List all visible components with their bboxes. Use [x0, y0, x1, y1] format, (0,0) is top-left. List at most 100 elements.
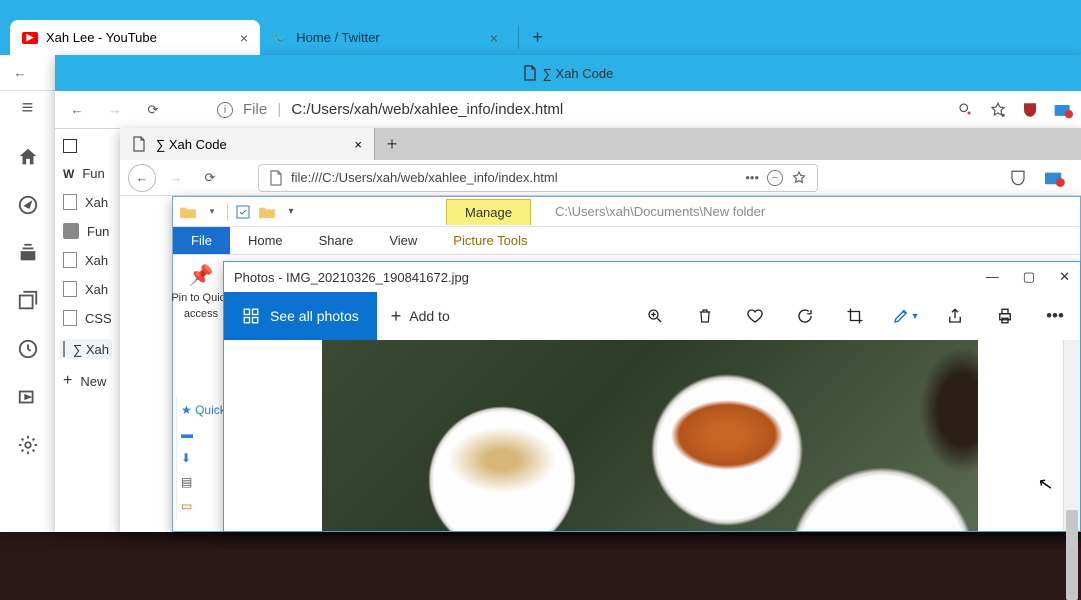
- zoom-icon[interactable]: [630, 292, 680, 340]
- twitter-icon: 🐦: [272, 30, 288, 46]
- rotate-icon[interactable]: [780, 292, 830, 340]
- chevron-down-icon[interactable]: ▾: [203, 203, 221, 221]
- bookmark-item[interactable]: Fun: [63, 223, 112, 239]
- ublock-icon[interactable]: [1021, 101, 1039, 119]
- photo-viewport[interactable]: [224, 340, 1080, 531]
- delete-icon[interactable]: [680, 292, 730, 340]
- reload-button[interactable]: ⟳: [139, 96, 167, 124]
- settings-icon[interactable]: [17, 434, 39, 456]
- share-icon[interactable]: [930, 292, 980, 340]
- favorite-icon[interactable]: [730, 292, 780, 340]
- history-icon[interactable]: [17, 338, 39, 360]
- library-icon[interactable]: [17, 290, 39, 312]
- container-icon[interactable]: [1053, 101, 1073, 119]
- old-tab-strip: ∑ Xah Code × +: [120, 128, 1081, 160]
- ublock-icon[interactable]: [1009, 169, 1027, 187]
- reader-icon[interactable]: –: [767, 170, 783, 186]
- ribbon-tab-picture-tools[interactable]: Picture Tools: [435, 227, 545, 254]
- close-icon[interactable]: ×: [354, 137, 362, 152]
- page-icon: [132, 136, 146, 152]
- youtube-icon: ▶: [22, 32, 38, 44]
- photos-window: Photos - IMG_20210326_190841672.jpg — ▢ …: [223, 261, 1081, 532]
- new-tab-button[interactable]: +: [518, 25, 542, 49]
- close-button[interactable]: ✕: [1059, 269, 1070, 285]
- nav-item-desktop[interactable]: ▬: [181, 427, 224, 441]
- edit-icon[interactable]: ▾: [880, 292, 930, 340]
- ribbon-tab-share[interactable]: Share: [301, 227, 372, 254]
- old-tab[interactable]: ∑ Xah Code ×: [120, 128, 375, 160]
- scrollbar[interactable]: [1063, 340, 1080, 531]
- photo-image: [322, 340, 978, 531]
- quick-access-toolbar: ▾ ▾: [173, 203, 306, 221]
- close-icon[interactable]: ×: [490, 30, 498, 46]
- properties-icon[interactable]: [234, 203, 252, 221]
- see-all-photos-button[interactable]: See all photos: [224, 292, 377, 340]
- photos-title: Photos - IMG_20210326_190841672.jpg: [234, 270, 469, 285]
- bookmark-item[interactable]: CSS: [63, 310, 112, 326]
- pin-icon[interactable]: 📌: [189, 263, 214, 288]
- pin-label: Pin to Quick: [171, 292, 230, 304]
- ribbon: File Home Share View Picture Tools: [173, 227, 1080, 255]
- ribbon-tab-home[interactable]: Home: [230, 227, 301, 254]
- sidebar-toggle[interactable]: [63, 139, 112, 153]
- bookmark-item[interactable]: Xah: [63, 194, 112, 210]
- tab-title: Xah Lee - YouTube: [46, 30, 232, 45]
- firefox-title: ∑ Xah Code: [543, 66, 614, 81]
- chrome-tab-strip: ▶ Xah Lee - YouTube × 🐦 Home / Twitter ×…: [0, 0, 1081, 55]
- new-tab-button[interactable]: +: [375, 128, 409, 160]
- forward-button: →: [162, 164, 190, 192]
- customize-qat-icon[interactable]: ▾: [282, 203, 300, 221]
- bookmark-item[interactable]: WFun: [63, 166, 112, 181]
- explorer-path: C:\Users\xah\Documents\New folder: [555, 204, 765, 219]
- reload-button[interactable]: ⟳: [196, 164, 224, 192]
- pin-label: access: [184, 308, 218, 320]
- home-icon[interactable]: [17, 146, 39, 168]
- scrollbar-thumb[interactable]: [1066, 510, 1078, 600]
- explore-icon[interactable]: [17, 194, 39, 216]
- new-bookmark[interactable]: +New: [63, 372, 112, 390]
- maximize-button[interactable]: ▢: [1023, 269, 1035, 285]
- bookmark-star-icon[interactable]: [791, 170, 807, 186]
- ribbon-tab-view[interactable]: View: [371, 227, 435, 254]
- chrome-tab-twitter[interactable]: 🐦 Home / Twitter ×: [260, 20, 510, 55]
- add-to-button[interactable]: +Add to: [377, 306, 464, 327]
- tracking-icon[interactable]: [957, 101, 975, 119]
- print-icon[interactable]: [980, 292, 1030, 340]
- bookmark-item[interactable]: Xah: [63, 252, 112, 268]
- nav-item-pictures[interactable]: ▭: [181, 499, 224, 513]
- back-button[interactable]: ←: [6, 59, 34, 87]
- url-display[interactable]: File | C:/Users/xah/web/xahlee_info/inde…: [243, 101, 563, 118]
- back-button[interactable]: ←: [63, 96, 91, 124]
- new-folder-icon[interactable]: [258, 203, 276, 221]
- bookmark-item[interactable]: ∑ Xah: [59, 339, 112, 359]
- bookmarks-sidebar: WFun Xah Fun Xah Xah CSS ∑ Xah +New: [55, 129, 120, 400]
- bookmark-star-icon[interactable]: [989, 101, 1007, 119]
- bookmark-item[interactable]: Xah: [63, 281, 112, 297]
- back-button[interactable]: ←: [128, 164, 156, 192]
- ribbon-tab-file[interactable]: File: [173, 227, 230, 254]
- container-icon[interactable]: [1043, 169, 1065, 187]
- photos-titlebar[interactable]: Photos - IMG_20210326_190841672.jpg — ▢ …: [224, 262, 1080, 292]
- info-icon[interactable]: i: [217, 102, 233, 118]
- old-toolbar: ← → ⟳ file:///C:/Users/xah/web/xahlee_in…: [120, 160, 1081, 196]
- crop-icon[interactable]: [830, 292, 880, 340]
- menu-icon[interactable]: ≡: [22, 97, 34, 120]
- firefox-toolbar: ← → ⟳ i File | C:/Users/xah/web/xahlee_i…: [55, 91, 1081, 129]
- more-icon[interactable]: •••: [1030, 292, 1080, 340]
- photos-toolbar: See all photos +Add to ▾ •••: [224, 292, 1080, 340]
- nav-item-documents[interactable]: ▤: [181, 475, 224, 489]
- more-icon[interactable]: •••: [745, 170, 759, 185]
- chrome-tab-youtube[interactable]: ▶ Xah Lee - YouTube ×: [10, 20, 260, 55]
- contextual-tab-label[interactable]: Manage: [446, 199, 531, 225]
- folder-icon[interactable]: [179, 203, 197, 221]
- subscriptions-icon[interactable]: [17, 242, 39, 264]
- nav-item-downloads[interactable]: ⬇: [181, 451, 224, 465]
- tab-title: Home / Twitter: [296, 30, 482, 45]
- firefox-titlebar[interactable]: ∑ Xah Code: [55, 55, 1081, 91]
- nav-item-quick[interactable]: ★ Quick: [181, 403, 224, 417]
- close-icon[interactable]: ×: [240, 30, 248, 46]
- watch-later-icon[interactable]: [17, 386, 39, 408]
- url-bar[interactable]: file:///C:/Users/xah/web/xahlee_info/ind…: [258, 164, 818, 192]
- minimize-button[interactable]: —: [986, 269, 999, 285]
- page-icon: [523, 65, 537, 81]
